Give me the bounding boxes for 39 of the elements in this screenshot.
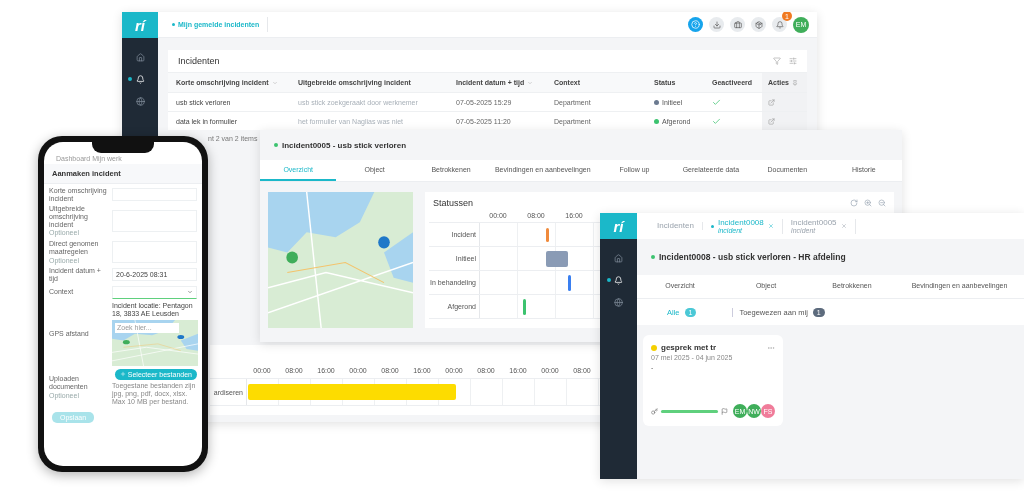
help-icon[interactable]: [688, 17, 703, 32]
panel-title: Incidenten: [178, 56, 221, 66]
refresh-icon[interactable]: [850, 199, 858, 207]
flag-icon: [721, 407, 728, 415]
window-title: Incident0005 - usb stick verloren: [282, 140, 407, 150]
key-icon: [651, 407, 658, 415]
home-icon[interactable]: [135, 52, 145, 62]
globe-icon[interactable]: [135, 96, 145, 106]
close-icon[interactable]: [767, 223, 774, 229]
sort-icon[interactable]: [271, 79, 278, 86]
pin-icon[interactable]: [792, 79, 798, 86]
logo: rí: [600, 213, 637, 239]
active-dot: [606, 278, 611, 282]
close-icon[interactable]: [840, 223, 847, 229]
filter-icon[interactable]: [773, 57, 781, 65]
chevron-down-icon: [187, 289, 193, 296]
open-icon[interactable]: [768, 98, 775, 106]
bell-icon[interactable]: [614, 275, 623, 285]
home-icon[interactable]: [614, 253, 623, 263]
zoom-in-icon[interactable]: [864, 199, 872, 207]
globe-icon[interactable]: [614, 297, 623, 307]
plus-icon: [119, 371, 126, 378]
window-title: Incident0008 - usb stick verloren - HR afdeling: [659, 252, 846, 262]
notifications-icon[interactable]: [772, 17, 787, 32]
package-icon[interactable]: [751, 17, 766, 32]
settings-icon[interactable]: [789, 57, 797, 65]
briefcase-icon[interactable]: [730, 17, 745, 32]
select-field[interactable]: [112, 285, 197, 299]
progress-bar: [661, 409, 718, 413]
logo: rí: [122, 12, 158, 38]
open-icon[interactable]: [768, 117, 775, 125]
active-dot: [128, 77, 132, 81]
zoom-out-icon[interactable]: [878, 199, 886, 207]
phone-notch: [92, 142, 154, 153]
sort-icon[interactable]: [527, 79, 534, 86]
bell-icon[interactable]: [135, 74, 145, 84]
panel-title: Statussen: [433, 198, 475, 208]
card-title: gesprek met tr: [661, 343, 717, 352]
download-icon[interactable]: [709, 17, 724, 32]
